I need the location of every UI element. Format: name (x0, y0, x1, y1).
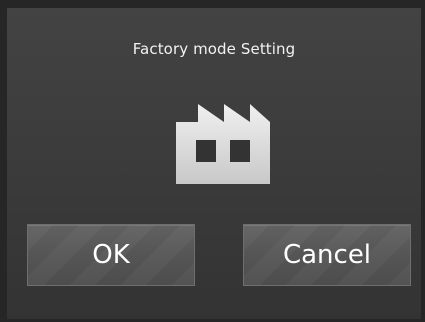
cancel-button[interactable]: Cancel (243, 224, 411, 286)
factory-icon (176, 104, 270, 184)
factory-mode-dialog: Factory mode Setting OK Cancel (7, 8, 421, 319)
dialog-title: Factory mode Setting (132, 40, 296, 58)
ok-button-label: OK (92, 240, 130, 270)
cancel-button-label: Cancel (282, 240, 372, 270)
ok-button[interactable]: OK (27, 224, 195, 286)
